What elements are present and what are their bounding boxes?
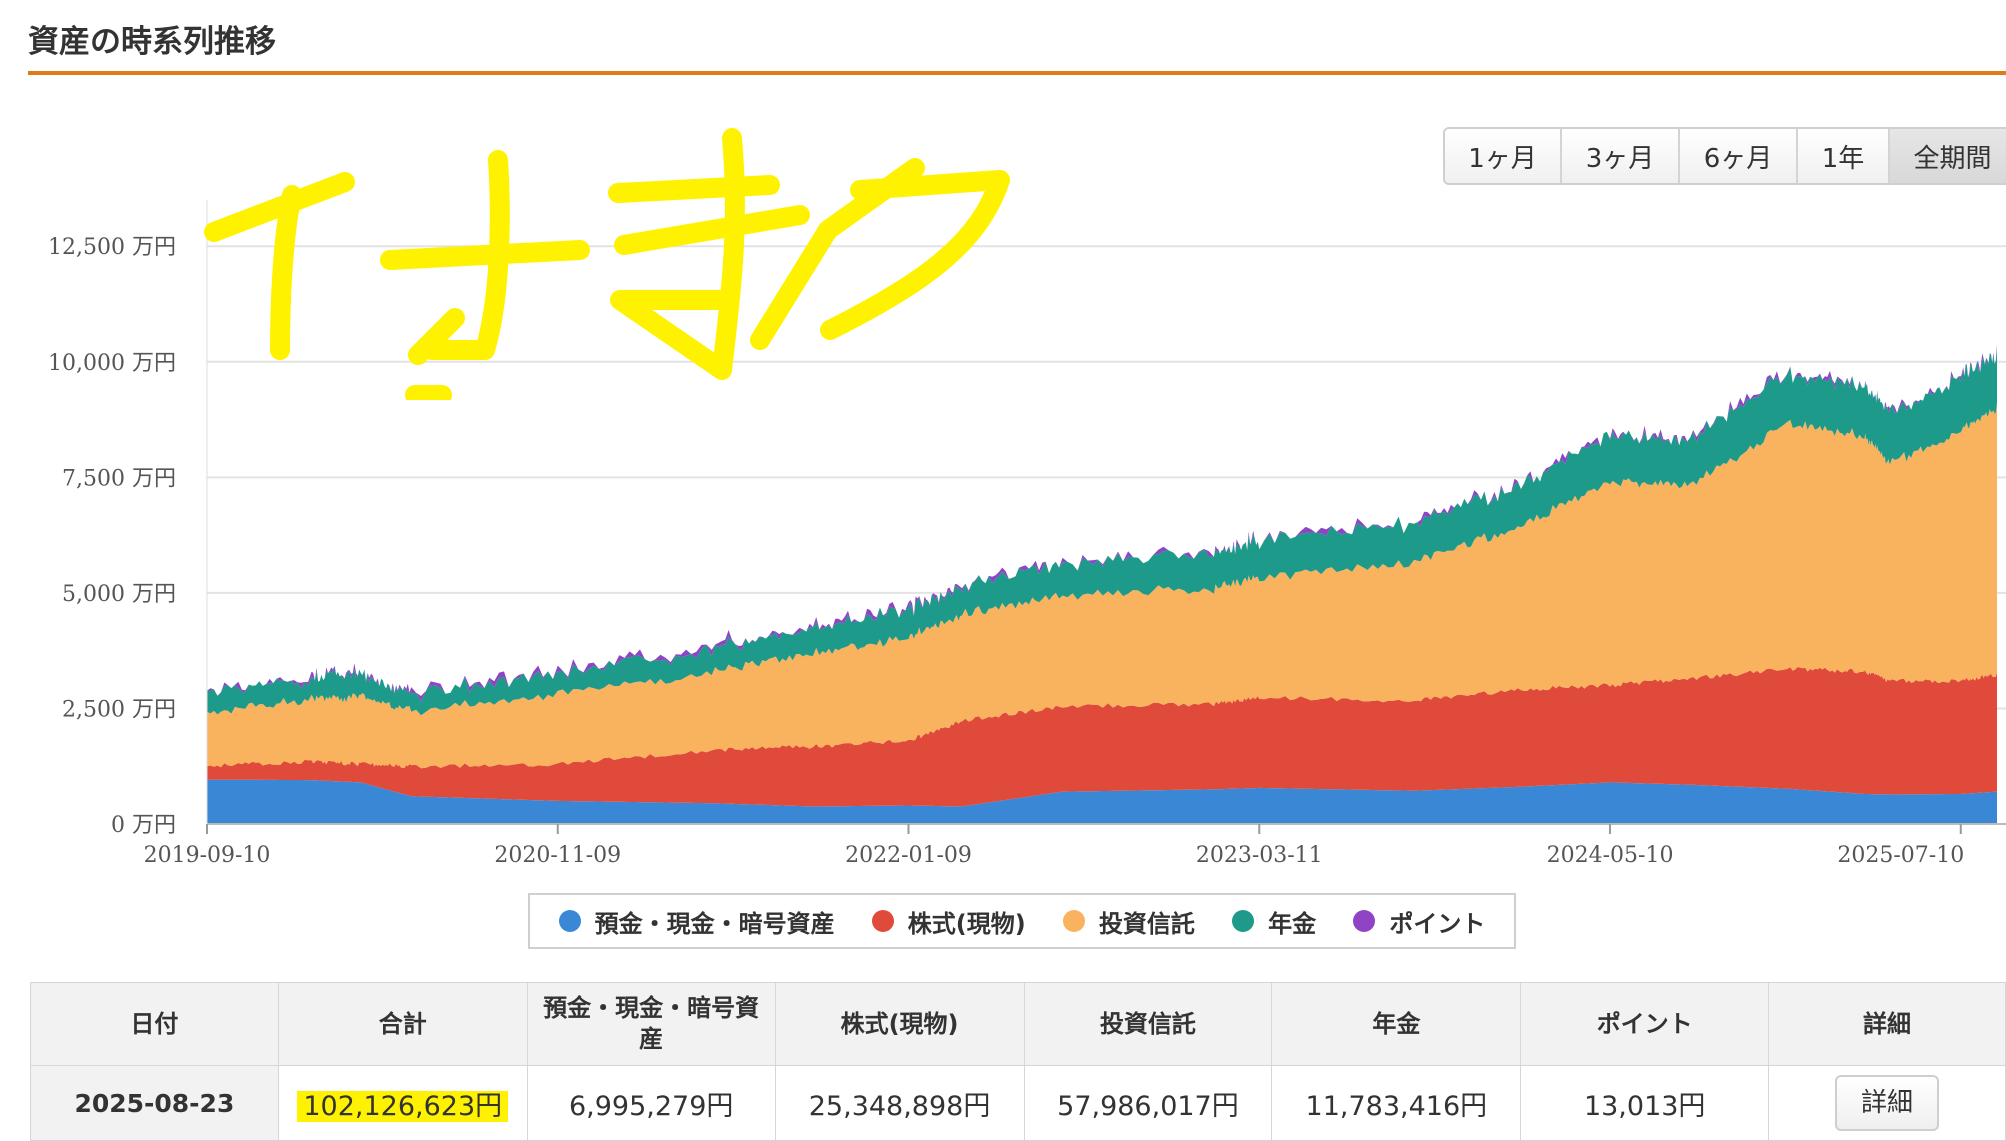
legend-point[interactable]: ポイント bbox=[1353, 904, 1485, 939]
header-total: 合計 bbox=[277, 982, 528, 1066]
page-title: 資産の時系列推移 bbox=[28, 24, 276, 60]
asset-summary-table: 日付 合計 預金・現金・暗号資産 株式(現物) 投資信託 年金 ポイント 詳細 … bbox=[30, 982, 2006, 1141]
cell-stock: 25,348,898円 bbox=[774, 1065, 1025, 1141]
period-1year-button[interactable]: 1年 bbox=[1798, 129, 1890, 183]
legend-label: ポイント bbox=[1389, 909, 1486, 938]
header-point: ポイント bbox=[1520, 982, 1770, 1066]
legend-fund[interactable]: 投資信託 bbox=[1062, 904, 1195, 939]
legend-label: 株式(現物) bbox=[907, 909, 1026, 938]
cell-total: 102,126,623円 bbox=[277, 1065, 528, 1141]
total-highlight: 102,126,623円 bbox=[297, 1090, 509, 1122]
header-fund: 投資信託 bbox=[1023, 982, 1273, 1066]
legend-label: 預金・現金・暗号資産 bbox=[594, 909, 835, 938]
point-color-dot bbox=[1353, 910, 1376, 932]
table-header-row: 日付 合計 預金・現金・暗号資産 株式(現物) 投資信託 年金 ポイント 詳細 bbox=[30, 982, 2006, 1066]
period-1month-button[interactable]: 1ヶ月 bbox=[1445, 129, 1562, 183]
x-tick-label: 2020-11-09 bbox=[494, 843, 621, 868]
deposit-color-dot bbox=[558, 910, 581, 932]
x-tick-label: 2019-09-10 bbox=[144, 843, 271, 868]
period-6month-button[interactable]: 6ヶ月 bbox=[1680, 129, 1798, 183]
chart-legend: 預金・現金・暗号資産 株式(現物) 投資信託 年金 ポイント bbox=[528, 893, 1516, 949]
pension-color-dot bbox=[1232, 910, 1255, 932]
y-tick-label: 12,500 万円 bbox=[48, 235, 176, 260]
y-tick-label: 0 万円 bbox=[111, 813, 176, 838]
header-detail: 詳細 bbox=[1768, 982, 2006, 1066]
legend-label: 年金 bbox=[1268, 909, 1317, 938]
header-pension: 年金 bbox=[1271, 982, 1522, 1066]
header-stock: 株式(現物) bbox=[774, 982, 1025, 1066]
y-tick-label: 7,500 万円 bbox=[62, 466, 176, 491]
fund-color-dot bbox=[1062, 910, 1085, 932]
x-tick-label: 2025-07-10 bbox=[1837, 843, 1964, 868]
legend-deposit[interactable]: 預金・現金・暗号資産 bbox=[558, 904, 835, 939]
cell-point: 13,013円 bbox=[1520, 1065, 1770, 1141]
cell-date: 2025-08-23 bbox=[30, 1065, 279, 1141]
x-tick-label: 2022-01-09 bbox=[845, 843, 972, 868]
y-tick-label: 10,000 万円 bbox=[48, 351, 176, 376]
title-divider bbox=[28, 71, 2006, 75]
legend-stock[interactable]: 株式(現物) bbox=[871, 904, 1026, 939]
legend-label: 投資信託 bbox=[1098, 909, 1195, 938]
cell-detail: 詳細 bbox=[1768, 1065, 2006, 1141]
period-selector: 1ヶ月 3ヶ月 6ヶ月 1年 全期間 bbox=[1443, 127, 2006, 185]
header-deposit: 預金・現金・暗号資産 bbox=[526, 982, 776, 1066]
period-3month-button[interactable]: 3ヶ月 bbox=[1562, 129, 1680, 183]
header-date: 日付 bbox=[30, 982, 279, 1066]
cell-deposit: 6,995,279円 bbox=[526, 1065, 776, 1141]
x-tick-label: 2023-03-11 bbox=[1196, 843, 1323, 868]
stock-color-dot bbox=[871, 910, 894, 932]
x-tick-label: 2024-05-10 bbox=[1547, 843, 1674, 868]
table-row: 2025-08-23 102,126,623円 6,995,279円 25,34… bbox=[30, 1065, 2006, 1141]
cell-fund: 57,986,017円 bbox=[1023, 1065, 1273, 1141]
y-tick-label: 5,000 万円 bbox=[62, 582, 176, 607]
cell-pension: 11,783,416円 bbox=[1271, 1065, 1522, 1141]
handwritten-scribble bbox=[204, 128, 1010, 400]
y-tick-label: 2,500 万円 bbox=[62, 697, 176, 722]
period-all-button[interactable]: 全期間 bbox=[1890, 129, 2006, 183]
detail-button[interactable]: 詳細 bbox=[1835, 1075, 1940, 1131]
legend-pension[interactable]: 年金 bbox=[1232, 904, 1316, 939]
